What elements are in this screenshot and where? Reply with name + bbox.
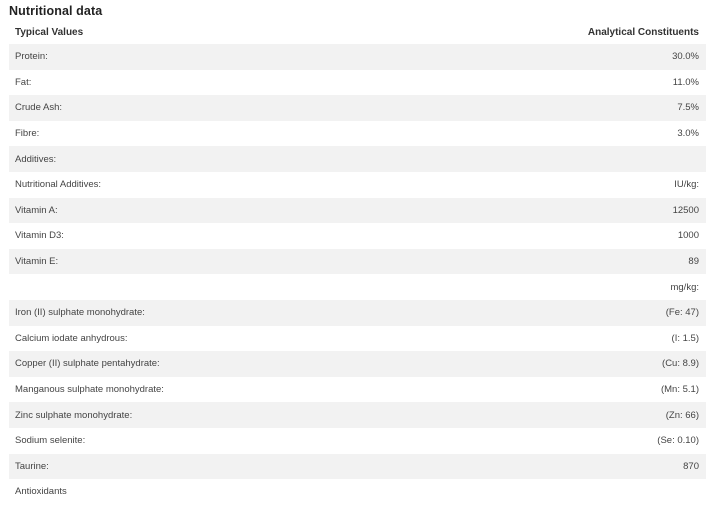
row-label: Sodium selenite: xyxy=(15,435,86,447)
table-header: Typical Values Analytical Constituents xyxy=(9,20,706,44)
table-row: Fat: 11.0% xyxy=(9,70,706,96)
row-label: Fibre: xyxy=(15,128,40,140)
row-value: mg/kg: xyxy=(670,281,699,293)
row-value: 1000 xyxy=(677,230,699,242)
section-title: Nutritional data xyxy=(9,4,103,18)
header-typical-values: Typical Values xyxy=(15,26,84,38)
row-value: (Zn: 66) xyxy=(665,409,699,421)
table-row: Calcium iodate anhydrous: (I: 1.5) xyxy=(9,326,706,352)
table-row: Antioxidants xyxy=(9,479,706,505)
row-label: Fat: xyxy=(15,76,32,88)
row-label: Additives: xyxy=(15,153,57,165)
row-value: (Cu: 8.9) xyxy=(662,358,699,370)
table-row: Protein: 30.0% xyxy=(9,44,706,70)
table-row: Additives: xyxy=(9,146,706,172)
row-label: Crude Ash: xyxy=(15,102,62,114)
row-label: Vitamin A: xyxy=(15,204,58,216)
row-label: Zinc sulphate monohydrate: xyxy=(15,409,133,421)
row-value: 870 xyxy=(683,460,699,472)
row-label: Iron (II) sulphate monohydrate: xyxy=(15,307,145,319)
row-value: IU/kg: xyxy=(674,179,699,191)
row-label: Calcium iodate anhydrous: xyxy=(15,332,128,344)
row-label: Nutritional Additives: xyxy=(15,179,102,191)
row-label: Copper (II) sulphate pentahydrate: xyxy=(15,358,160,370)
row-label: Manganous sulphate monohydrate: xyxy=(15,384,164,396)
table-row: Crude Ash: 7.5% xyxy=(9,95,706,121)
table-row: Sodium selenite: (Se: 0.10) xyxy=(9,428,706,454)
row-label: Vitamin D3: xyxy=(15,230,64,242)
nutritional-data-panel: Nutritional data Typical Values Analytic… xyxy=(0,0,720,499)
row-value: 3.0% xyxy=(677,128,699,140)
table-row: Vitamin D3: 1000 xyxy=(9,223,706,249)
row-value: (I: 1.5) xyxy=(671,332,699,344)
row-value: 89 xyxy=(688,256,699,268)
row-value: 12500 xyxy=(672,204,699,216)
table-row: mg/kg: xyxy=(9,274,706,300)
table-body: Protein: 30.0% Fat: 11.0% Crude Ash: 7.5% Fibr… xyxy=(9,44,706,505)
row-value: 11.0% xyxy=(672,76,699,88)
row-label: Antioxidants xyxy=(15,486,67,498)
header-analytical-constituents: Analytical Constituents xyxy=(587,26,699,38)
table-row: Nutritional Additives: IU/kg: xyxy=(9,172,706,198)
row-value: 7.5% xyxy=(677,102,699,114)
table-row: Vitamin A: 12500 xyxy=(9,197,706,224)
table-row: Copper (II) sulphate pentahydrate: (Cu: 8… xyxy=(9,351,706,377)
row-value: (Fe: 47) xyxy=(665,307,699,319)
table-row: Iron (II) sulphate monohydrate: (Fe: 47) xyxy=(9,299,706,326)
row-value: (Se: 0.10) xyxy=(657,435,699,447)
table-row: Vitamin E: 89 xyxy=(9,248,706,275)
nutrition-table: Typical Values Analytical Constituents P… xyxy=(9,20,706,505)
table-row: Fibre: 3.0% xyxy=(9,121,706,147)
row-label: Vitamin E: xyxy=(15,256,59,268)
table-row: Zinc sulphate monohydrate: (Zn: 66) xyxy=(9,402,706,428)
table-row: Taurine: 870 xyxy=(9,453,706,480)
table-row: Manganous sulphate monohydrate: (Mn: 5.1) xyxy=(9,377,706,403)
row-value: 30.0% xyxy=(672,51,699,63)
row-value: (Mn: 5.1) xyxy=(660,384,699,396)
row-label: Protein: xyxy=(15,51,48,63)
row-label: Taurine: xyxy=(15,460,49,472)
